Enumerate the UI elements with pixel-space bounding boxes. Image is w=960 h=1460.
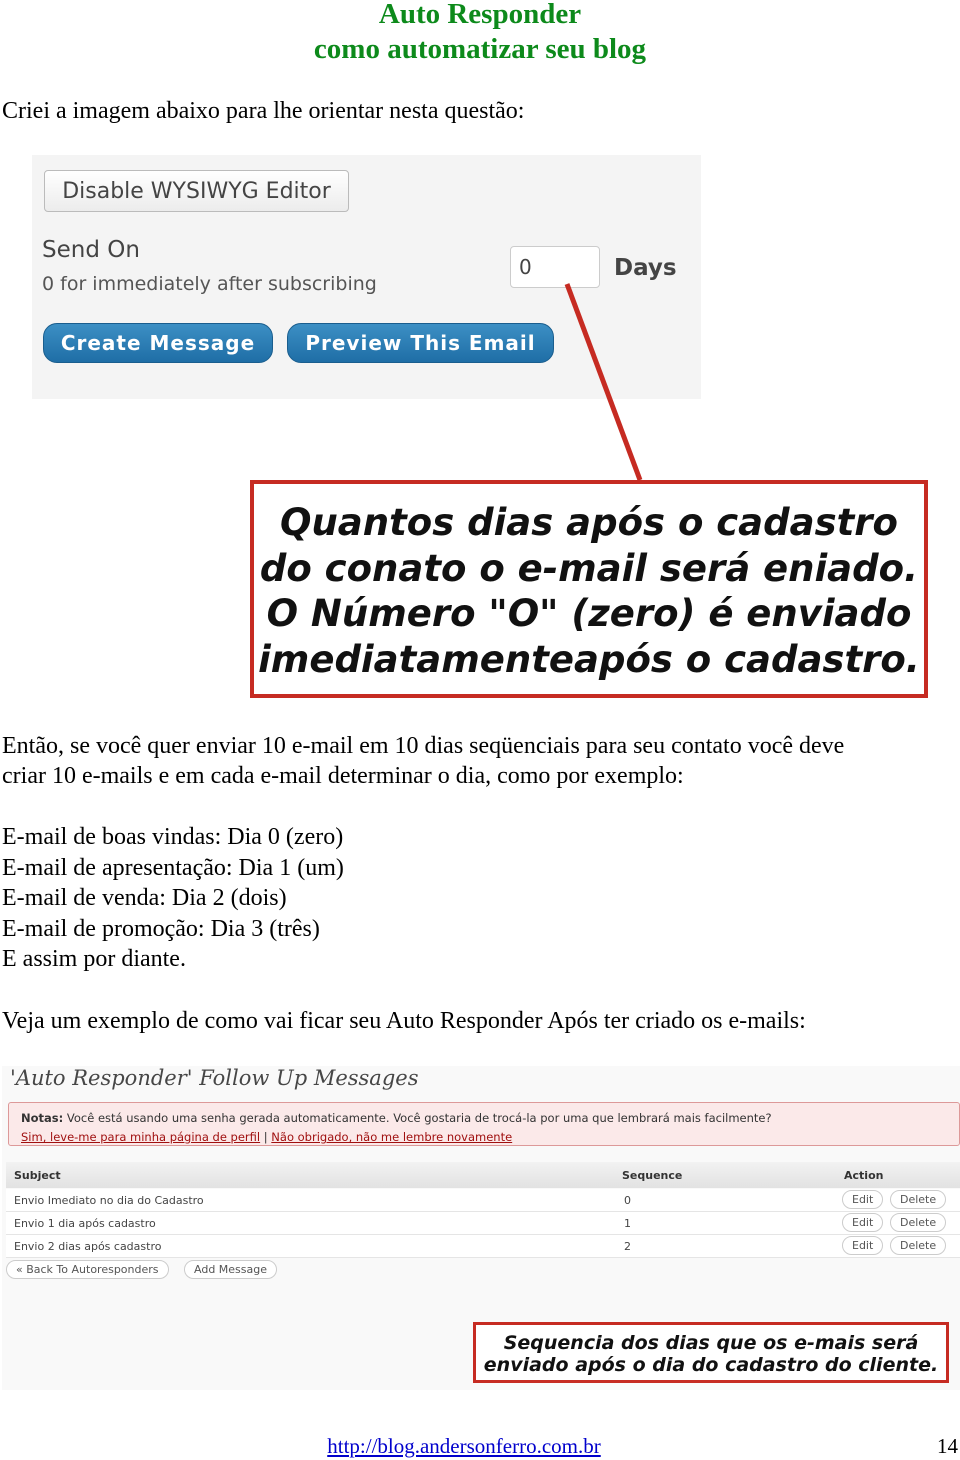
row-subject: Envio 1 dia após cadastro [14,1217,156,1230]
dismiss-link[interactable]: Não obrigado, não me lembre novamente [271,1130,512,1144]
page-number: 14 [937,1434,958,1458]
row-sequence: 0 [624,1194,631,1207]
table-row: Envio 1 dia após cadastro 1 Edit Delete [6,1212,960,1235]
table-row: Envio Imediato no dia do Cadastro 0 Edit… [6,1189,960,1212]
callout-line: Sequencia dos dias que os e-mais será [503,1332,919,1354]
notice-box: Notas: Você está usando uma senha gerada… [8,1102,960,1146]
paragraph-line: Então, se você quer enviar 10 e-mail em … [2,733,845,759]
edit-button[interactable]: Edit [842,1190,884,1209]
follow-up-heading: 'Auto Responder' Follow Up Messages [10,1066,419,1090]
example-item: E-mail de venda: Dia 2 (dois) [2,885,287,911]
col-subject: Subject [14,1169,61,1182]
example-item: E-mail de promoção: Dia 3 (três) [2,916,320,942]
row-sequence: 2 [624,1240,631,1253]
profile-link[interactable]: Sim, leve-me para minha página de perfil [21,1130,260,1144]
row-subject: Envio Imediato no dia do Cadastro [14,1194,204,1207]
separator: | [260,1130,272,1144]
example-item: E assim por diante. [2,946,186,972]
sequence-callout: Sequencia dos dias que os e-mais será en… [473,1322,949,1383]
days-callout: Quantos dias após o cadastro do conato o… [250,480,928,698]
delete-button[interactable]: Delete [890,1190,947,1209]
document-page: Auto Responder como automatizar seu blog… [0,0,960,1460]
back-to-autoresponders-button[interactable]: « Back To Autoresponders [6,1260,169,1279]
table-row: Envio 2 dias após cadastro 2 Edit Delete [6,1235,960,1258]
callout-line: do conato o e-mail será eniado. [259,546,919,590]
table-header: Subject Sequence Action [6,1162,960,1188]
notice-label: Notas: [21,1111,64,1125]
callout-line: enviado após o dia do cadastro do client… [483,1354,939,1376]
col-action: Action [844,1169,884,1182]
callout-line: Quantos dias após o cadastro [280,501,898,544]
edit-button[interactable]: Edit [842,1213,884,1232]
example-item: E-mail de boas vindas: Dia 0 (zero) [2,824,344,850]
arrow-to-days [564,283,643,481]
callout-line: O Número "O" (zero) é enviado [266,592,912,635]
col-sequence: Sequence [622,1169,683,1182]
edit-button[interactable]: Edit [842,1236,884,1255]
delete-button[interactable]: Delete [890,1213,947,1232]
add-message-button[interactable]: Add Message [184,1260,278,1279]
notice-text: Você está usando uma senha gerada automa… [63,1111,772,1125]
paragraph-line: criar 10 e-mails e em cada e-mail determ… [2,763,684,789]
delete-button[interactable]: Delete [890,1236,947,1255]
example-item: E-mail de apresentação: Dia 1 (um) [2,855,344,881]
row-subject: Envio 2 dias após cadastro [14,1240,162,1253]
veja-text: Veja um exemplo de como vai ficar seu Au… [2,1008,806,1034]
footer-link[interactable]: http://blog.andersonferro.com.br [0,1434,928,1459]
callout-line: imediatamenteapós o cadastro. [258,637,920,681]
row-sequence: 1 [624,1217,631,1230]
